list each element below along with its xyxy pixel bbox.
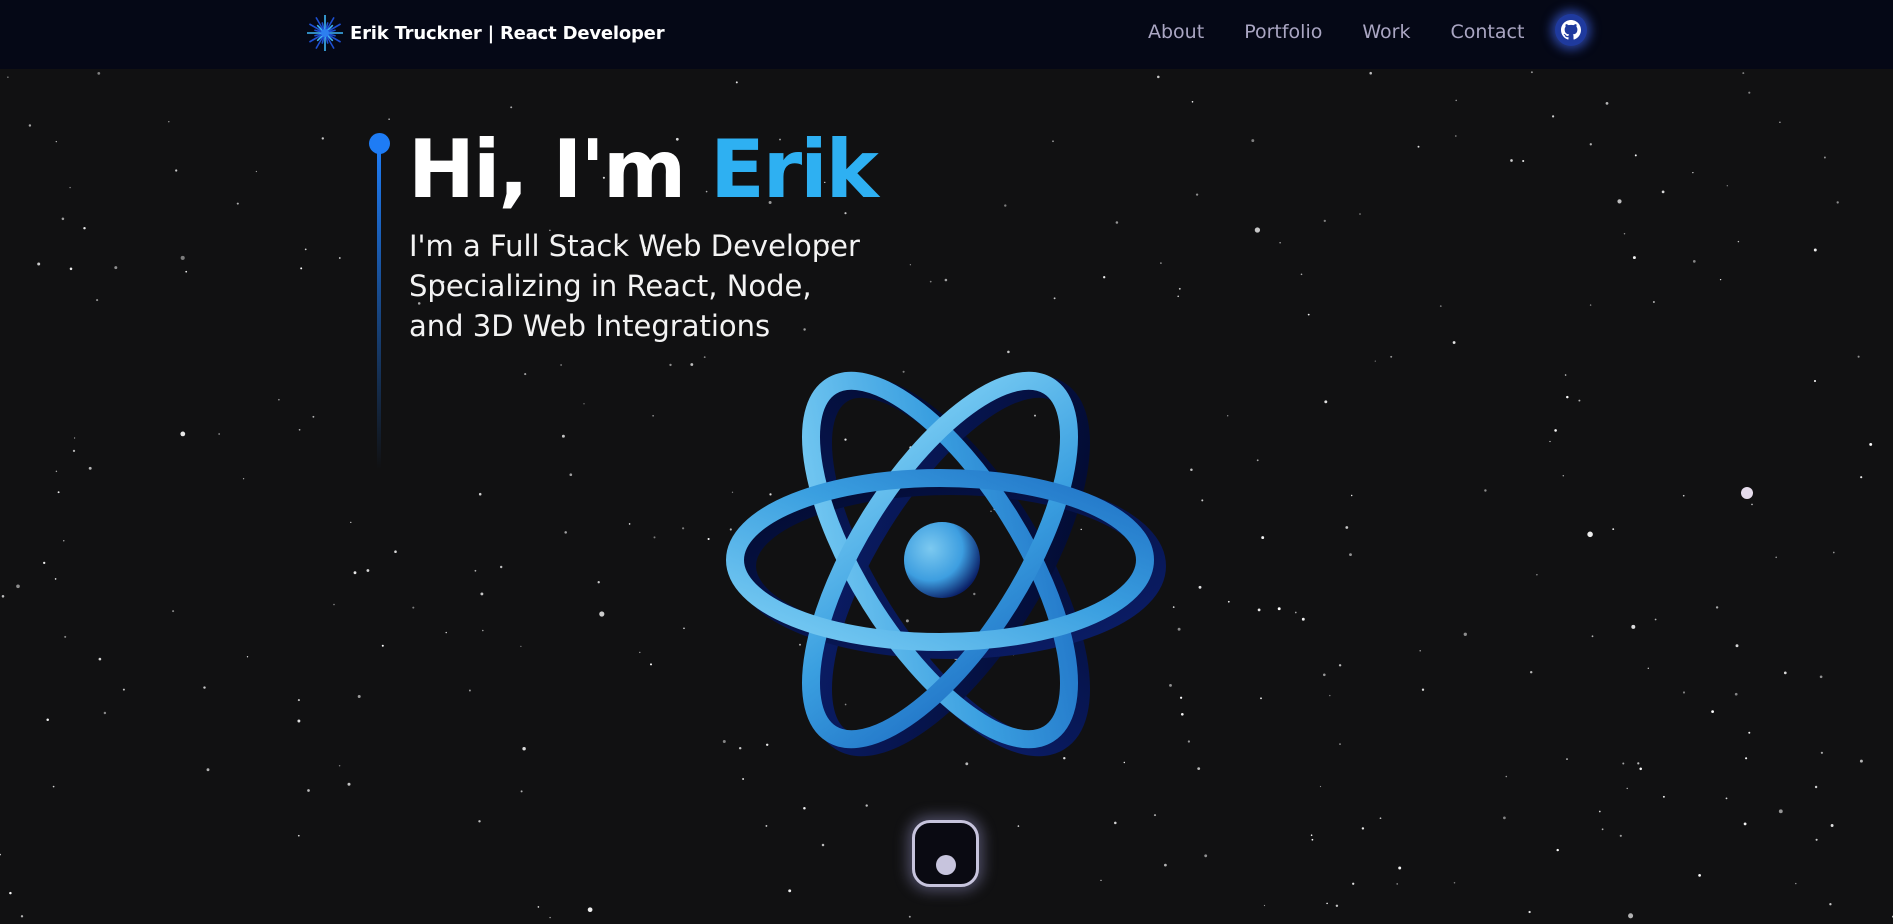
scroll-down-indicator-icon <box>935 855 956 875</box>
nav-link-portfolio[interactable]: Portfolio <box>1244 20 1322 44</box>
react-atom-icon[interactable] <box>695 320 1195 800</box>
timeline-bar <box>377 149 381 469</box>
nav-link-contact[interactable]: Contact <box>1450 20 1524 44</box>
hero-greeting: Hi, I'm <box>408 123 686 216</box>
scroll-down-button[interactable] <box>912 820 979 887</box>
atom-nucleus <box>904 522 980 598</box>
brand-title: Erik Truckner | React Developer <box>350 22 665 44</box>
nav-links: About Portfolio Work Contact <box>1148 20 1524 44</box>
hero-subtitle-line-2: Specializing in React, Node, <box>409 269 812 303</box>
hero-subtitle-line-1: I'm a Full Stack Web Developer <box>409 229 860 263</box>
github-icon <box>1561 20 1581 40</box>
brand-link[interactable]: Erik Truckner | React Developer <box>306 14 665 52</box>
hero-title: Hi, I'm Erik <box>408 122 879 218</box>
github-button[interactable] <box>1555 14 1587 46</box>
nav-link-about[interactable]: About <box>1148 20 1204 44</box>
hero-timeline-decoration <box>369 133 391 473</box>
nav-link-work[interactable]: Work <box>1362 20 1410 44</box>
navbar: Erik Truckner | React Developer About Po… <box>0 0 1893 69</box>
starburst-logo-icon <box>307 15 343 51</box>
hero-name: Erik <box>710 123 879 216</box>
